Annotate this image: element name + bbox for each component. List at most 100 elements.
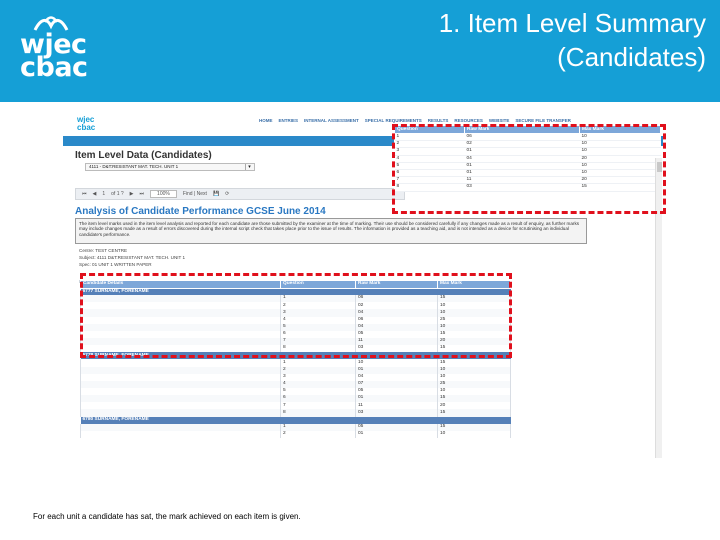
table-row: 1 06 15 (80, 295, 511, 303)
table-cell: 03 (355, 345, 438, 353)
item-row: 4 04 20 (394, 155, 661, 163)
nav-item[interactable]: RESULTS (428, 118, 449, 123)
find-next[interactable]: Find | Next (183, 191, 207, 197)
next-page-icon[interactable]: ▶ (130, 191, 134, 197)
table-cell: 15 (437, 409, 511, 417)
item-cell: 10 (579, 140, 661, 149)
item-cell: 10 (579, 133, 661, 142)
table-cell: 06 (355, 295, 438, 303)
chevron-down-icon[interactable]: ▾ (245, 164, 253, 170)
col-candidate-details: Candidate Details (80, 280, 281, 289)
item-cell: 20 (579, 176, 661, 185)
item-row: 3 01 10 (394, 147, 661, 156)
table-cell (80, 366, 281, 374)
nav-item[interactable]: WEBSITE (489, 118, 510, 123)
table-cell: 1 (280, 359, 356, 367)
item-cell: 02 (464, 140, 580, 149)
table-cell: 4 (280, 316, 356, 324)
candidate-name: 6778 SURNAME, FORENAME (80, 352, 281, 360)
table-cell: 05 (355, 330, 438, 338)
table-cell: 20 (437, 337, 511, 346)
table-cell: 1 (280, 423, 356, 431)
table-row: 7 11 20 (80, 337, 511, 346)
centre-label: Centre: TEST CENTRE (79, 248, 128, 253)
table-cell: 05 (355, 387, 438, 396)
page-count: of 1 ? (111, 191, 124, 197)
item-cell: 06 (464, 133, 580, 142)
nav-item[interactable]: SECURE FILE TRANSFER (515, 118, 571, 123)
table-cell (80, 409, 281, 417)
item-cell: 5 (394, 162, 465, 171)
item-cell: 01 (464, 169, 580, 178)
item-cell: 20 (579, 155, 661, 163)
last-page-icon[interactable]: ⏭ (140, 191, 145, 197)
table-cell (80, 387, 281, 396)
candidate-row-cell (355, 288, 438, 296)
nav-item[interactable]: HOME (259, 118, 273, 123)
table-cell (80, 395, 281, 403)
unit-select[interactable]: 4111 - D&T:RESISTANT MAT. TECH. UNIT 1 ▾ (85, 163, 255, 171)
table-cell (80, 337, 281, 346)
candidate-row-cell (355, 352, 438, 360)
candidate-row-cell (437, 288, 511, 296)
candidate-row-cell (280, 416, 356, 424)
table-cell (80, 295, 281, 303)
table-cell (80, 302, 281, 310)
table-row: 1 05 15 (80, 423, 511, 431)
table-cell (80, 345, 281, 353)
zoom-select[interactable]: 100% (150, 190, 177, 198)
candidate-row-cell (437, 352, 511, 360)
table-row: 5 04 10 (80, 323, 511, 331)
item-cell: 03 (464, 183, 580, 192)
export-icon[interactable]: 💾 (213, 191, 219, 197)
table-cell: 11 (355, 337, 438, 346)
item-row: 7 11 20 (394, 176, 661, 185)
table-row: 2 02 10 (80, 302, 511, 310)
table-cell (80, 402, 281, 410)
scrollbar-thumb[interactable] (657, 162, 662, 172)
table-cell: 25 (437, 380, 511, 388)
spec-label: Spec: 01 UNIT 1 WRITTEN PAPER (79, 262, 152, 267)
table-row: 7 11 20 (80, 402, 511, 410)
table-cell: 10 (437, 323, 511, 331)
item-col-max-mark: Max Mark (579, 125, 661, 134)
nav-item[interactable]: ENTRIES (279, 118, 299, 123)
unit-select-value: 4111 - D&T:RESISTANT MAT. TECH. UNIT 1 (89, 164, 179, 169)
table-cell: 8 (280, 409, 356, 417)
candidate-table: Candidate Details Question Raw Mark Max … (80, 280, 511, 438)
candidate-row-cell (355, 416, 438, 424)
site-logo-line-2: cbac (77, 123, 96, 132)
item-cell: 7 (394, 176, 465, 185)
scrollbar[interactable] (655, 158, 662, 458)
table-cell (80, 359, 281, 367)
divider-strip (79, 270, 459, 283)
item-cell: 1 (394, 133, 465, 142)
table-cell: 2 (280, 366, 356, 374)
page-number[interactable]: 1 (102, 191, 105, 197)
table-cell (80, 380, 281, 388)
first-page-icon[interactable]: ⏮ (82, 191, 87, 197)
col-raw-mark: Raw Mark (355, 280, 438, 289)
table-cell: 5 (280, 323, 356, 331)
table-cell: 10 (437, 430, 511, 438)
nav-item[interactable]: SPECIAL REQUIREMENTS (365, 118, 422, 123)
prev-page-icon[interactable]: ◀ (93, 191, 97, 197)
table-cell (80, 323, 281, 331)
item-cell: 3 (394, 147, 465, 156)
nav-item[interactable]: INTERNAL ASSESSMENT (304, 118, 359, 123)
table-cell: 1 (280, 295, 356, 303)
item-cell: 04 (464, 155, 580, 163)
site-logo[interactable]: wjec cbac (77, 116, 103, 136)
nav-item[interactable]: RESOURCES (454, 118, 483, 123)
item-cell: 01 (464, 162, 580, 171)
table-row: 3 04 10 (80, 309, 511, 317)
item-summary-table: Question Raw Mark Max Mark 1 06 10 2 02 10 3 01… (394, 125, 661, 192)
item-cell: 10 (579, 147, 661, 156)
table-row: 6 05 15 (80, 330, 511, 338)
table-cell: 03 (355, 409, 438, 417)
item-cell: 8 (394, 183, 465, 192)
refresh-icon[interactable]: ⟳ (225, 191, 229, 197)
website-screenshot: wjec cbac HOME ENTRIES INTERNAL ASSESSMENT… (63, 108, 663, 458)
table-cell: 2 (280, 302, 356, 310)
table-cell: 02 (355, 302, 438, 310)
